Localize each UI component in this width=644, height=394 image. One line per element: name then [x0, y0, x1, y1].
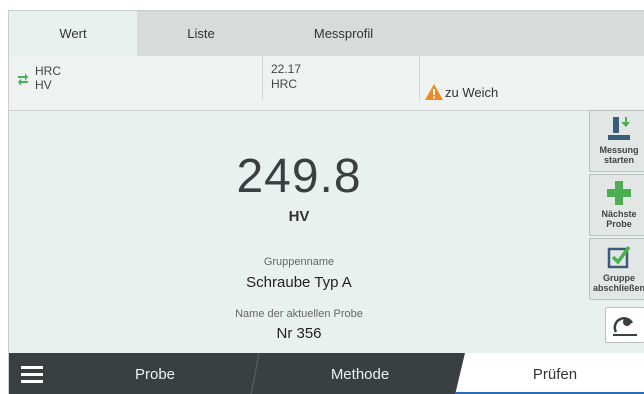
tab-messprofil[interactable]: Messprofil	[265, 11, 422, 56]
measurement-unit: HV	[288, 208, 310, 225]
tab-bar: Wert Liste Messprofil	[9, 11, 644, 56]
next-sample-label: Nächste Probe	[601, 209, 636, 229]
hamburger-icon	[21, 365, 43, 369]
close-line1: Gruppe	[602, 273, 635, 283]
tab-wert[interactable]: Wert	[9, 11, 137, 56]
probe-name-label: Name der aktuellen Probe	[235, 308, 363, 320]
group-name-value: Schraube Typ A	[246, 274, 352, 291]
measurement-panel: 249.8 HV Gruppenname Schraube Typ A Name…	[9, 111, 589, 343]
hamburger-icon	[21, 372, 43, 376]
indenter-view-button[interactable]	[605, 307, 644, 343]
divider	[262, 56, 263, 101]
start-line1: Messung	[599, 145, 639, 155]
close-line2: abschließen	[592, 283, 644, 293]
checkbox-checked-icon	[607, 245, 631, 269]
converted-unit: HRC	[271, 77, 297, 91]
close-group-button[interactable]: Gruppe abschließen	[589, 238, 644, 300]
converted-number: 22.17	[271, 62, 302, 76]
conversion-bar: HRC HV 22.17 HRC zu Weich	[9, 56, 644, 111]
scale-from: HRC	[35, 64, 61, 78]
close-group-label: Gruppe abschließen	[593, 273, 644, 293]
bottom-navigation: Probe Methode Prüfen	[9, 353, 644, 394]
measurement-value: 249.8	[236, 150, 362, 203]
plus-icon	[607, 181, 631, 205]
hamburger-icon	[21, 379, 43, 383]
warning-text: zu Weich	[445, 84, 499, 100]
measure-down-icon	[608, 117, 630, 140]
next-line1: Nächste	[601, 209, 637, 219]
warning-indicator: zu Weich	[425, 84, 498, 100]
tab-liste[interactable]: Liste	[137, 11, 265, 56]
swap-arrows-icon[interactable]	[17, 72, 29, 86]
converted-value: 22.17 HRC	[271, 62, 301, 92]
divider	[419, 56, 420, 101]
warning-icon	[425, 84, 443, 100]
start-measurement-label: Messung starten	[599, 145, 638, 165]
scale-to: HV	[35, 78, 52, 92]
start-measurement-button[interactable]: Messung starten	[589, 110, 644, 172]
nav-pruefen[interactable]: Prüfen	[465, 353, 644, 394]
nav-methode[interactable]: Methode	[255, 353, 465, 394]
group-name-label: Gruppenname	[263, 256, 335, 268]
indenter-icon	[613, 317, 637, 336]
probe-name-value: Nr 356	[276, 325, 322, 342]
next-sample-button[interactable]: Nächste Probe	[589, 174, 644, 236]
conversion-scales: HRC HV	[35, 64, 61, 92]
menu-button[interactable]	[9, 353, 55, 394]
next-line2: Probe	[606, 219, 632, 229]
start-line2: starten	[603, 155, 634, 165]
nav-probe[interactable]: Probe	[55, 353, 255, 394]
app-window: Wert Liste Messprofil HRC HV 22.17 HRC z…	[8, 10, 644, 394]
